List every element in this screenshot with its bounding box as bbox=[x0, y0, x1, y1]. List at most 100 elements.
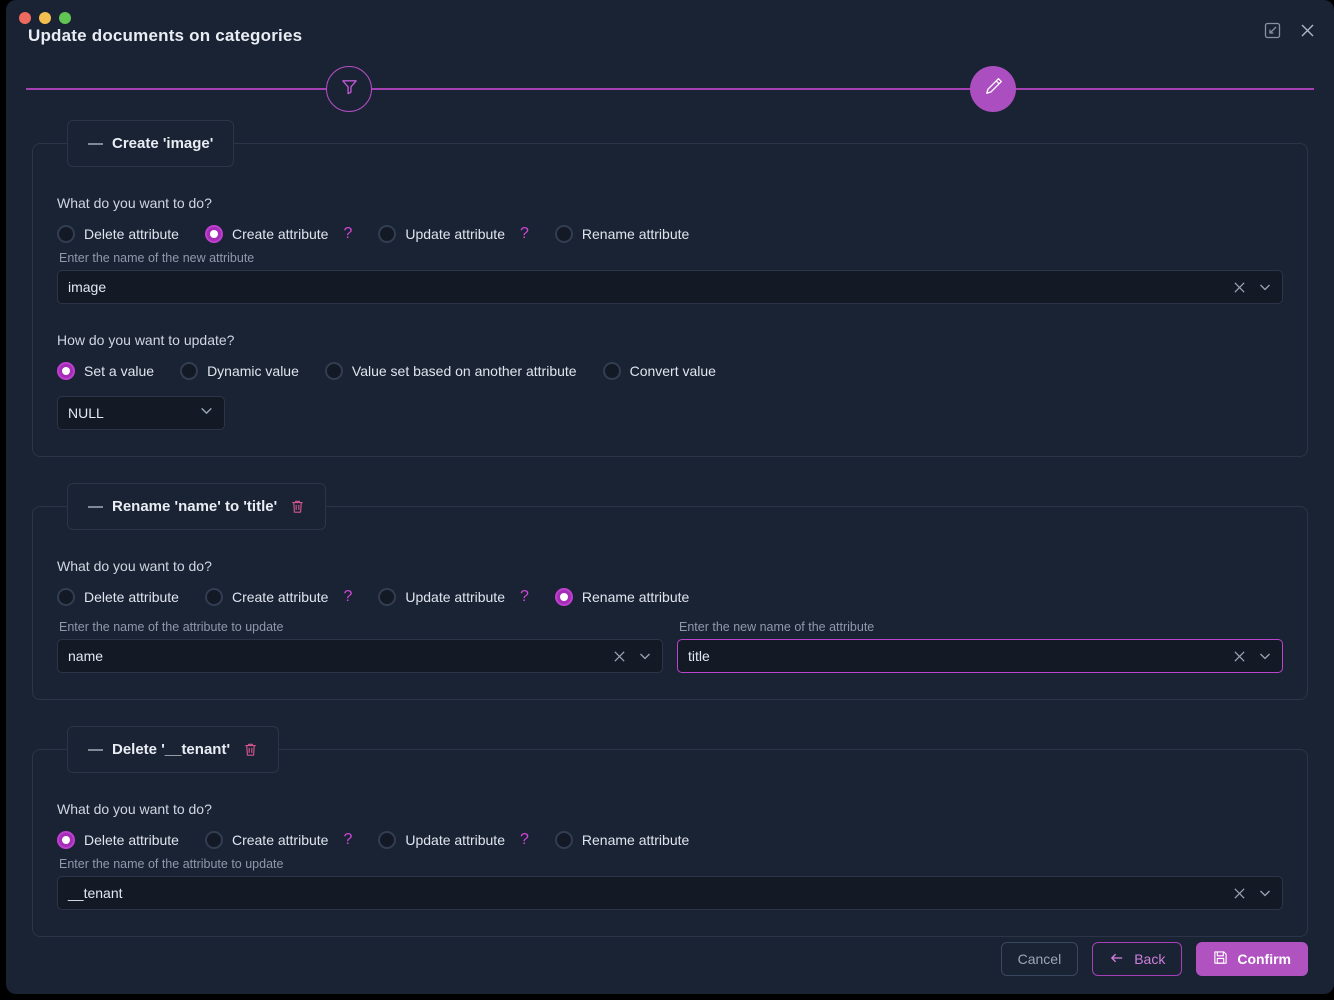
radio-create-attribute[interactable]: Create attribute ? bbox=[204, 588, 352, 606]
clear-icon[interactable] bbox=[613, 650, 626, 663]
radio-label: Create attribute bbox=[231, 589, 329, 605]
chevron-down-icon[interactable] bbox=[638, 649, 652, 663]
filter-icon bbox=[340, 77, 359, 101]
rename-source-label: Enter the name of the attribute to updat… bbox=[59, 620, 284, 634]
rename-target-value: title bbox=[688, 648, 710, 664]
radio-circle bbox=[57, 225, 75, 243]
radio-circle bbox=[554, 588, 573, 606]
save-icon bbox=[1213, 950, 1228, 968]
operation-card-rename: — Rename 'name' to 'title' What do you w… bbox=[32, 483, 1308, 700]
help-icon[interactable]: ? bbox=[343, 226, 352, 242]
filter-step[interactable] bbox=[326, 66, 372, 112]
radio-update-attribute[interactable]: Update attribute ? bbox=[378, 831, 529, 849]
collapse-icon[interactable] bbox=[1264, 22, 1281, 39]
close-window-dot[interactable] bbox=[19, 12, 31, 24]
radio-circle bbox=[602, 362, 621, 380]
radio-label: Set a value bbox=[84, 363, 155, 379]
close-icon[interactable] bbox=[1299, 22, 1316, 39]
chevron-down-icon[interactable] bbox=[1258, 886, 1272, 900]
cancel-button[interactable]: Cancel bbox=[1000, 942, 1079, 976]
collapse-dash-icon: — bbox=[88, 741, 103, 758]
rename-source-value: name bbox=[68, 648, 104, 664]
radio-label: Rename attribute bbox=[581, 832, 690, 848]
pencil-icon bbox=[983, 76, 1004, 102]
operation-card-delete: — Delete '__tenant' What do you want to … bbox=[32, 726, 1308, 937]
radio-circle bbox=[204, 831, 223, 849]
radio-label: Create attribute bbox=[231, 832, 329, 848]
delete-attribute-combobox[interactable]: __tenant bbox=[57, 876, 1283, 910]
card-legend-label: Delete '__tenant' bbox=[112, 741, 231, 758]
operation-card-create: — Create 'image' What do you want to do?… bbox=[32, 120, 1308, 457]
radio-rename-attribute[interactable]: Rename attribute bbox=[554, 225, 690, 243]
card-legend-create[interactable]: — Create 'image' bbox=[67, 120, 235, 167]
clear-icon[interactable] bbox=[1233, 887, 1246, 900]
radio-circle bbox=[204, 225, 223, 243]
card-legend-rename[interactable]: — Rename 'name' to 'title' bbox=[67, 483, 327, 530]
chevron-down-icon[interactable] bbox=[1258, 280, 1272, 294]
dialog-window: Update documents on categories — Create … bbox=[6, 0, 1334, 994]
rename-target-label: Enter the new name of the attribute bbox=[679, 620, 875, 634]
help-icon[interactable]: ? bbox=[343, 832, 352, 848]
card-legend-delete[interactable]: — Delete '__tenant' bbox=[67, 726, 280, 773]
action-radio-group: Delete attribute Create attribute ? Upda… bbox=[57, 225, 1283, 243]
clear-icon[interactable] bbox=[1233, 281, 1246, 294]
back-button[interactable]: Back bbox=[1092, 942, 1183, 976]
radio-label: Rename attribute bbox=[581, 589, 690, 605]
radio-create-attribute[interactable]: Create attribute ? bbox=[204, 831, 352, 849]
value-type-select[interactable]: NULL bbox=[57, 396, 225, 430]
radio-label: Rename attribute bbox=[581, 226, 690, 242]
trash-icon[interactable] bbox=[290, 499, 305, 514]
radio-create-attribute[interactable]: Create attribute ? bbox=[204, 225, 352, 243]
edit-step[interactable] bbox=[970, 66, 1016, 112]
minimize-window-dot[interactable] bbox=[39, 12, 51, 24]
radio-rename-attribute[interactable]: Rename attribute bbox=[554, 588, 690, 606]
window-actions bbox=[1264, 22, 1316, 39]
rename-source-combobox[interactable]: name bbox=[57, 639, 663, 673]
back-button-label: Back bbox=[1134, 951, 1166, 967]
dialog-footer: Cancel Back Confirm bbox=[1000, 942, 1308, 976]
radio-label: Update attribute bbox=[405, 589, 505, 605]
radio-dynamic-value[interactable]: Dynamic value bbox=[180, 362, 299, 380]
action-question-label: What do you want to do? bbox=[57, 195, 212, 211]
rename-source-field-wrap: Enter the name of the attribute to updat… bbox=[57, 612, 663, 673]
help-icon[interactable]: ? bbox=[520, 589, 529, 605]
delete-attribute-label: Enter the name of the attribute to updat… bbox=[59, 857, 284, 871]
action-radio-group: Delete attribute Create attribute ? Upda… bbox=[57, 588, 1283, 606]
help-icon[interactable]: ? bbox=[520, 832, 529, 848]
clear-icon[interactable] bbox=[1233, 650, 1246, 663]
attribute-name-field-label: Enter the name of the new attribute bbox=[59, 251, 255, 265]
radio-delete-attribute[interactable]: Delete attribute bbox=[57, 831, 179, 849]
rename-target-field-wrap: Enter the new name of the attribute titl… bbox=[677, 612, 1283, 673]
radio-value-set-based-on-another-attribute[interactable]: Value set based on another attribute bbox=[324, 362, 577, 380]
card-legend-label: Create 'image' bbox=[112, 135, 214, 152]
help-icon[interactable]: ? bbox=[520, 226, 529, 242]
chevron-down-icon[interactable] bbox=[1258, 649, 1272, 663]
chevron-down-icon bbox=[199, 403, 214, 423]
confirm-button[interactable]: Confirm bbox=[1196, 942, 1308, 976]
radio-delete-attribute[interactable]: Delete attribute bbox=[57, 225, 179, 243]
radio-circle bbox=[378, 588, 397, 606]
attribute-name-combobox[interactable]: image bbox=[57, 270, 1283, 304]
radio-label: Update attribute bbox=[405, 226, 505, 242]
rename-target-combobox[interactable]: title bbox=[677, 639, 1283, 673]
radio-label: Update attribute bbox=[405, 832, 505, 848]
radio-set-a-value[interactable]: Set a value bbox=[57, 362, 154, 380]
action-question-label: What do you want to do? bbox=[57, 801, 212, 817]
radio-circle bbox=[324, 362, 343, 380]
radio-circle bbox=[554, 831, 573, 849]
radio-rename-attribute[interactable]: Rename attribute bbox=[554, 831, 690, 849]
radio-label: Delete attribute bbox=[84, 226, 179, 242]
radio-update-attribute[interactable]: Update attribute ? bbox=[378, 225, 529, 243]
radio-delete-attribute[interactable]: Delete attribute bbox=[57, 588, 179, 606]
help-icon[interactable]: ? bbox=[343, 589, 352, 605]
radio-label: Delete attribute bbox=[84, 589, 179, 605]
radio-convert-value[interactable]: Convert value bbox=[602, 362, 716, 380]
value-type-selected: NULL bbox=[68, 405, 104, 421]
maximize-window-dot[interactable] bbox=[59, 12, 71, 24]
action-radio-group: Delete attribute Create attribute ? Upda… bbox=[57, 831, 1283, 849]
radio-update-attribute[interactable]: Update attribute ? bbox=[378, 588, 529, 606]
action-question-label: What do you want to do? bbox=[57, 558, 212, 574]
rename-fields-row: Enter the name of the attribute to updat… bbox=[57, 612, 1283, 673]
trash-icon[interactable] bbox=[243, 742, 258, 757]
radio-label: Create attribute bbox=[231, 226, 329, 242]
